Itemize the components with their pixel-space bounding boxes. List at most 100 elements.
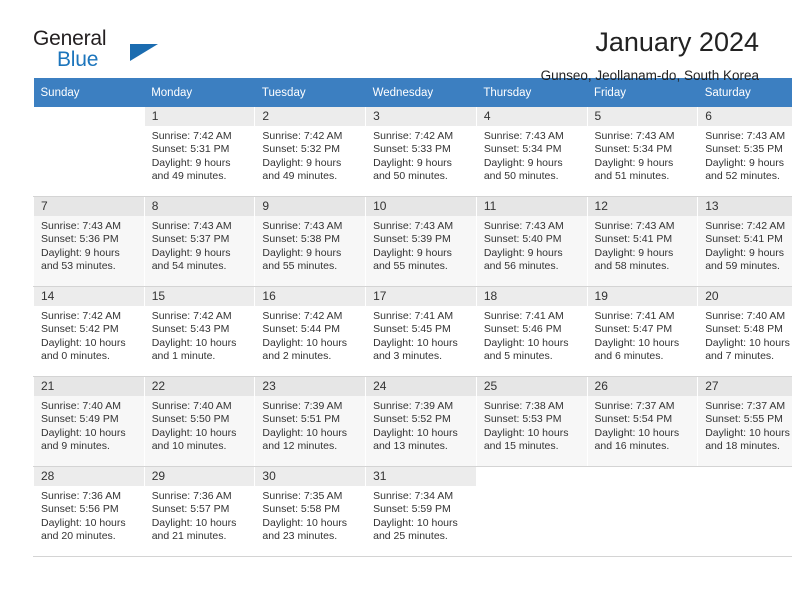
calendar-day-cell[interactable]: 4 Sunrise: 7:43 AM Sunset: 5:34 PM Daylight… xyxy=(475,107,588,197)
calendar-day-cell[interactable]: 1 Sunrise: 7:42 AM Sunset: 5:31 PM Daylight… xyxy=(143,107,256,197)
calendar-day-cell[interactable]: 9 Sunrise: 7:43 AM Sunset: 5:38 PM Daylight… xyxy=(254,196,367,287)
day-details: Sunrise: 7:41 AM Sunset: 5:45 PM Daylight:… xyxy=(366,306,476,364)
daylight-text-cont: and 49 minutes. xyxy=(151,170,227,183)
day-number: 20 xyxy=(698,287,792,306)
calendar-day-cell[interactable]: 7 Sunrise: 7:43 AM Sunset: 5:36 PM Daylight… xyxy=(33,196,145,287)
sunset-text: Sunset: 5:32 PM xyxy=(262,143,341,156)
calendar-day-cell[interactable]: 28 Sunrise: 7:36 AM Sunset: 5:56 PM Dayligh… xyxy=(33,466,145,557)
calendar-day-cell[interactable]: 3 Sunrise: 7:42 AM Sunset: 5:33 PM Daylight… xyxy=(365,107,477,197)
daylight-text: Daylight: 10 hours xyxy=(151,336,237,349)
sunset-text: Sunset: 5:57 PM xyxy=(151,503,230,516)
calendar-day-cell[interactable]: 25 Sunrise: 7:38 AM Sunset: 5:53 PM Dayligh… xyxy=(475,376,588,467)
calendar-day-cell[interactable]: 14 Sunrise: 7:42 AM Sunset: 5:42 PM Dayligh… xyxy=(33,286,145,377)
sunset-text: Sunset: 5:53 PM xyxy=(483,413,562,426)
calendar-day-cell[interactable]: 22 Sunrise: 7:40 AM Sunset: 5:50 PM Dayligh… xyxy=(143,376,256,467)
calendar-day-cell[interactable]: 31 Sunrise: 7:34 AM Sunset: 5:59 PM Dayligh… xyxy=(365,466,477,557)
sunrise-text: Sunrise: 7:36 AM xyxy=(41,490,121,502)
calendar-day-cell[interactable]: 13 Sunrise: 7:42 AM Sunset: 5:41 PM Dayligh… xyxy=(697,196,792,287)
day-cell-inner: 6 Sunrise: 7:43 AM Sunset: 5:35 PM Daylight… xyxy=(698,107,792,196)
day-details: Sunrise: 7:43 AM Sunset: 5:40 PM Daylight:… xyxy=(477,216,587,274)
calendar-day-cell[interactable]: 12 Sunrise: 7:43 AM Sunset: 5:41 PM Dayligh… xyxy=(586,196,699,287)
calendar-day-cell[interactable]: 23 Sunrise: 7:39 AM Sunset: 5:51 PM Dayligh… xyxy=(254,376,367,467)
calendar-day-cell[interactable]: 5 Sunrise: 7:43 AM Sunset: 5:34 PM Daylight… xyxy=(586,107,699,197)
daylight-text: Daylight: 10 hours xyxy=(151,516,237,529)
calendar-week-row: 28 Sunrise: 7:36 AM Sunset: 5:56 PM Dayligh… xyxy=(33,466,792,557)
day-number: 9 xyxy=(255,197,366,216)
sunrise-text: Sunrise: 7:43 AM xyxy=(262,220,343,232)
calendar-day-cell[interactable]: 10 Sunrise: 7:43 AM Sunset: 5:39 PM Dayligh… xyxy=(365,196,477,287)
daylight-text: Daylight: 10 hours xyxy=(483,336,569,349)
calendar-day-cell[interactable]: 18 Sunrise: 7:41 AM Sunset: 5:46 PM Dayligh… xyxy=(475,286,588,377)
calendar-day-cell[interactable]: 27 Sunrise: 7:37 AM Sunset: 5:55 PM Dayligh… xyxy=(697,376,792,467)
daylight-text: Daylight: 10 hours xyxy=(373,516,458,529)
sunrise-text: Sunrise: 7:42 AM xyxy=(151,130,232,142)
day-details xyxy=(34,126,144,130)
calendar-day-cell[interactable]: 2 Sunrise: 7:42 AM Sunset: 5:32 PM Daylight… xyxy=(254,107,367,197)
weekday-header-wednesday: Wednesday xyxy=(365,78,477,107)
calendar-page: General Blue January 2024 Gunseo, Jeolla… xyxy=(0,0,792,612)
calendar-day-cell[interactable]: 21 Sunrise: 7:40 AM Sunset: 5:49 PM Dayligh… xyxy=(33,376,145,467)
location-subtitle: Gunseo, Jeollanam-do, South Korea xyxy=(540,68,759,83)
day-number: 23 xyxy=(255,377,366,396)
daylight-text-cont: and 7 minutes. xyxy=(705,350,775,363)
sunrise-text: Sunrise: 7:40 AM xyxy=(151,400,232,412)
sunrise-text: Sunrise: 7:41 AM xyxy=(483,310,564,322)
day-cell-inner xyxy=(477,467,587,556)
calendar-day-cell[interactable]: 29 Sunrise: 7:36 AM Sunset: 5:57 PM Dayligh… xyxy=(143,466,256,557)
day-details: Sunrise: 7:43 AM Sunset: 5:37 PM Daylight:… xyxy=(145,216,255,274)
calendar-empty-cell xyxy=(33,107,145,197)
daylight-text: Daylight: 10 hours xyxy=(262,516,348,529)
calendar-day-cell[interactable]: 11 Sunrise: 7:43 AM Sunset: 5:40 PM Dayligh… xyxy=(475,196,588,287)
day-number xyxy=(34,107,144,126)
day-cell-inner: 8 Sunrise: 7:43 AM Sunset: 5:37 PM Daylight… xyxy=(144,197,255,286)
daylight-text: Daylight: 9 hours xyxy=(373,246,452,259)
title-block: January 2024 Gunseo, Jeollanam-do, South… xyxy=(541,26,759,85)
day-details: Sunrise: 7:39 AM Sunset: 5:51 PM Daylight:… xyxy=(255,396,365,454)
day-number xyxy=(698,467,792,486)
day-cell-inner: 20 Sunrise: 7:40 AM Sunset: 5:48 PM Dayligh… xyxy=(698,287,792,376)
calendar-week-row: 21 Sunrise: 7:40 AM Sunset: 5:49 PM Dayligh… xyxy=(33,376,792,467)
calendar-day-cell[interactable]: 26 Sunrise: 7:37 AM Sunset: 5:54 PM Dayligh… xyxy=(586,376,699,467)
day-details: Sunrise: 7:42 AM Sunset: 5:31 PM Daylight:… xyxy=(145,126,255,184)
calendar-day-cell[interactable]: 6 Sunrise: 7:43 AM Sunset: 5:35 PM Daylight… xyxy=(697,107,792,197)
logo-text-blue: Blue xyxy=(57,48,99,71)
calendar-day-cell[interactable]: 30 Sunrise: 7:35 AM Sunset: 5:58 PM Dayligh… xyxy=(254,466,367,557)
sunrise-text: Sunrise: 7:41 AM xyxy=(373,310,454,322)
day-number: 3 xyxy=(366,107,476,126)
calendar-day-cell[interactable]: 8 Sunrise: 7:43 AM Sunset: 5:37 PM Daylight… xyxy=(143,196,256,287)
calendar-day-cell[interactable]: 16 Sunrise: 7:42 AM Sunset: 5:44 PM Dayligh… xyxy=(254,286,367,377)
day-cell-inner: 16 Sunrise: 7:42 AM Sunset: 5:44 PM Dayligh… xyxy=(255,287,366,376)
day-cell-inner: 30 Sunrise: 7:35 AM Sunset: 5:58 PM Dayligh… xyxy=(255,467,366,556)
sunrise-text: Sunrise: 7:43 AM xyxy=(41,220,121,232)
day-details: Sunrise: 7:40 AM Sunset: 5:49 PM Daylight:… xyxy=(34,396,144,454)
day-cell-inner: 2 Sunrise: 7:42 AM Sunset: 5:32 PM Daylight… xyxy=(255,107,366,196)
day-details: Sunrise: 7:42 AM Sunset: 5:42 PM Daylight:… xyxy=(34,306,144,364)
daylight-text: Daylight: 10 hours xyxy=(41,336,126,349)
calendar-day-cell[interactable]: 24 Sunrise: 7:39 AM Sunset: 5:52 PM Dayligh… xyxy=(365,376,477,467)
sunset-text: Sunset: 5:36 PM xyxy=(41,233,119,246)
day-number: 24 xyxy=(366,377,476,396)
sunset-text: Sunset: 5:37 PM xyxy=(151,233,230,246)
daylight-text-cont: and 15 minutes. xyxy=(483,440,559,453)
sunset-text: Sunset: 5:56 PM xyxy=(41,503,119,516)
daylight-text: Daylight: 9 hours xyxy=(705,156,785,169)
day-number: 7 xyxy=(34,197,144,216)
calendar-day-cell[interactable]: 17 Sunrise: 7:41 AM Sunset: 5:45 PM Dayligh… xyxy=(365,286,477,377)
sunset-text: Sunset: 5:48 PM xyxy=(705,323,783,336)
sunset-text: Sunset: 5:52 PM xyxy=(373,413,451,426)
calendar-day-cell[interactable]: 19 Sunrise: 7:41 AM Sunset: 5:47 PM Dayligh… xyxy=(586,286,699,377)
daylight-text: Daylight: 9 hours xyxy=(483,156,563,169)
sunset-text: Sunset: 5:33 PM xyxy=(373,143,451,156)
sunset-text: Sunset: 5:54 PM xyxy=(594,413,673,426)
calendar-day-cell[interactable]: 20 Sunrise: 7:40 AM Sunset: 5:48 PM Dayligh… xyxy=(697,286,792,377)
daylight-text-cont: and 59 minutes. xyxy=(705,260,780,273)
sunset-text: Sunset: 5:59 PM xyxy=(373,503,451,516)
day-number: 11 xyxy=(476,197,587,216)
sunrise-text: Sunrise: 7:42 AM xyxy=(705,220,786,232)
calendar-day-cell[interactable]: 15 Sunrise: 7:42 AM Sunset: 5:43 PM Dayligh… xyxy=(143,286,256,377)
daylight-text-cont: and 16 minutes. xyxy=(594,440,670,453)
daylight-text: Daylight: 9 hours xyxy=(41,246,120,259)
daylight-text: Daylight: 10 hours xyxy=(705,426,790,439)
calendar-body: 1 Sunrise: 7:42 AM Sunset: 5:31 PM Daylight… xyxy=(33,107,792,557)
sunrise-text: Sunrise: 7:43 AM xyxy=(151,220,232,232)
